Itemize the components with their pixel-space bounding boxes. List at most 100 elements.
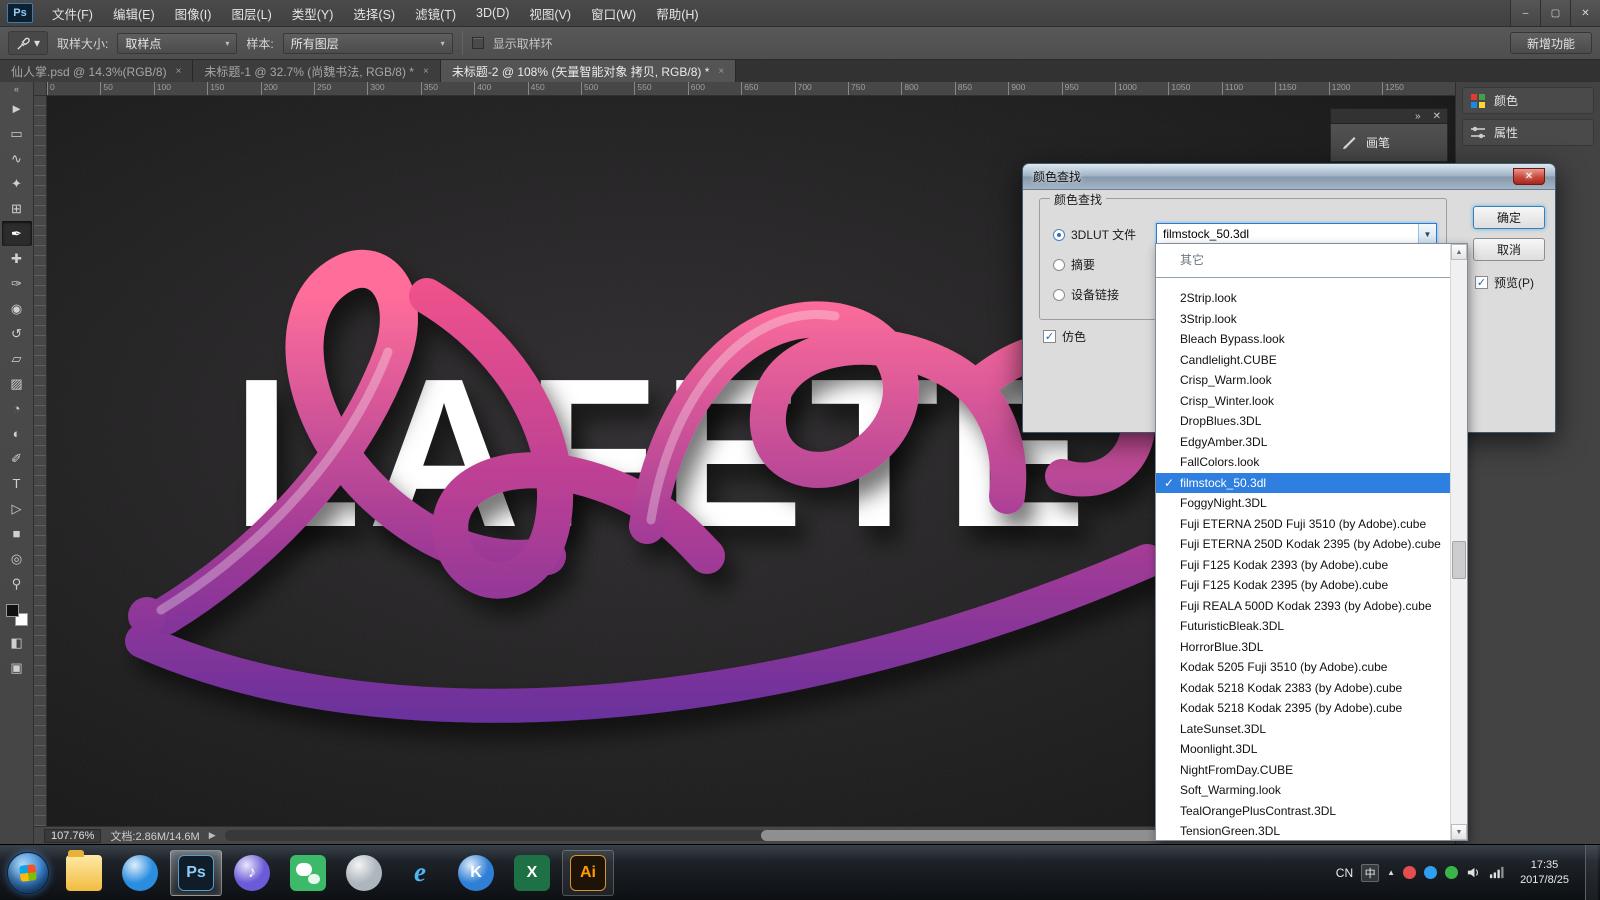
lut-option[interactable]: Candlelight.CUBE: [1156, 350, 1450, 371]
lut-option[interactable]: Crisp_Winter.look: [1156, 391, 1450, 412]
menu-3d[interactable]: 3D(D): [466, 0, 519, 26]
menu-edit[interactable]: 编辑(E): [103, 0, 165, 26]
taskbar-k-app[interactable]: K: [450, 850, 502, 896]
menu-type[interactable]: 类型(Y): [282, 0, 344, 26]
expand-panel-icon[interactable]: »: [1415, 111, 1421, 122]
network-icon[interactable]: [1489, 865, 1504, 880]
taskbar-ie[interactable]: e: [394, 850, 446, 896]
lut-option-other[interactable]: 其它: [1156, 249, 1450, 271]
lut-option[interactable]: Kodak 5218 Kodak 2383 (by Adobe).cube: [1156, 678, 1450, 699]
tab-close-icon[interactable]: ×: [718, 66, 724, 77]
scrollbar-thumb[interactable]: [1452, 541, 1466, 579]
gradient-tool[interactable]: ▨: [2, 371, 32, 396]
taskbar-wechat[interactable]: [282, 850, 334, 896]
list-scrollbar[interactable]: ▲ ▼: [1450, 244, 1467, 840]
zoom-tool[interactable]: ⚲: [2, 571, 32, 596]
blur-tool[interactable]: ◔: [2, 396, 32, 421]
clock[interactable]: 17:35 2017/8/25: [1512, 858, 1577, 888]
tray-security-icon[interactable]: [1403, 866, 1417, 879]
radio-button[interactable]: [1053, 258, 1065, 271]
dialog-title-bar[interactable]: 颜色查找 ✕: [1023, 164, 1555, 190]
eyedropper-tool[interactable]: ✒: [1, 221, 32, 246]
shape-tool[interactable]: ■: [2, 521, 32, 546]
lut-option[interactable]: Kodak 5205 Fuji 3510 (by Adobe).cube: [1156, 657, 1450, 678]
cancel-button[interactable]: 取消: [1473, 238, 1545, 261]
menu-select[interactable]: 选择(S): [343, 0, 405, 26]
healing-brush-tool[interactable]: ✚: [2, 246, 32, 271]
lut-option[interactable]: FuturisticBleak.3DL: [1156, 616, 1450, 637]
current-tool-badge[interactable]: ▾: [8, 31, 48, 55]
lut-option[interactable]: LateSunset.3DL: [1156, 719, 1450, 740]
radio-device-link[interactable]: 设备链接: [1053, 286, 1119, 303]
menu-window[interactable]: 窗口(W): [581, 0, 646, 26]
tray-qq-icon[interactable]: [1424, 866, 1438, 879]
radio-abstract[interactable]: 摘要: [1053, 256, 1095, 273]
sample-layers-dropdown[interactable]: 所有图层 ▾: [282, 32, 453, 54]
lut-option[interactable]: FoggyNight.3DL: [1156, 493, 1450, 514]
radio-button[interactable]: [1053, 288, 1065, 301]
combo-dropdown-button[interactable]: ▼: [1418, 224, 1436, 244]
language-indicator[interactable]: CN: [1336, 866, 1353, 880]
sample-size-dropdown[interactable]: 取样点 ▾: [117, 32, 238, 54]
lut-option[interactable]: Fuji F125 Kodak 2393 (by Adobe).cube: [1156, 555, 1450, 576]
lut-option[interactable]: Kodak 5218 Kodak 2395 (by Adobe).cube: [1156, 698, 1450, 719]
tab-close-icon[interactable]: ×: [423, 66, 429, 77]
lut-option[interactable]: 3Strip.look: [1156, 309, 1450, 330]
start-button[interactable]: [0, 845, 56, 900]
scroll-down-icon[interactable]: ▼: [1451, 824, 1467, 840]
close-button[interactable]: ✕: [1570, 0, 1600, 26]
hand-tool[interactable]: ◎: [2, 546, 32, 571]
minimize-button[interactable]: –: [1510, 0, 1540, 26]
pen-tool[interactable]: ✐: [2, 446, 32, 471]
tab-document-2[interactable]: 未标题-1 @ 32.7% (尚魏书法, RGB/8) * ×: [193, 60, 441, 82]
hidden-icons-arrow[interactable]: ▲: [1387, 868, 1395, 877]
radio-3dlut[interactable]: 3DLUT 文件: [1053, 226, 1136, 243]
tab-close-icon[interactable]: ×: [176, 66, 182, 77]
restore-button[interactable]: ▢: [1540, 0, 1570, 26]
scroll-up-icon[interactable]: ▲: [1451, 244, 1467, 260]
preview-checkbox[interactable]: ✓: [1475, 276, 1488, 289]
properties-panel-button[interactable]: 属性: [1462, 119, 1594, 146]
lut-option[interactable]: Fuji ETERNA 250D Fuji 3510 (by Adobe).cu…: [1156, 514, 1450, 535]
lut-option[interactable]: Moonlight.3DL: [1156, 739, 1450, 760]
quick-mask-button[interactable]: ◧: [2, 630, 32, 655]
close-panel-icon[interactable]: ✕: [1433, 111, 1441, 122]
taskbar-contact-app[interactable]: [338, 850, 390, 896]
lut-option[interactable]: NightFromDay.CUBE: [1156, 760, 1450, 781]
horizontal-ruler[interactable]: 0 50 100 150 200 250 300 350 400 450 500 550 600 650 7…: [47, 82, 1455, 96]
taskbar-browser-sphere[interactable]: [114, 850, 166, 896]
history-brush-tool[interactable]: ↺: [2, 321, 32, 346]
menu-image[interactable]: 图像(I): [165, 0, 222, 26]
marquee-tool[interactable]: ▭: [2, 121, 32, 146]
tab-document-1[interactable]: 仙人掌.psd @ 14.3%(RGB/8) ×: [0, 60, 194, 82]
brush-tool[interactable]: ✑: [2, 271, 32, 296]
dither-checkbox-row[interactable]: ✓ 仿色: [1043, 328, 1086, 345]
lasso-tool[interactable]: ∿: [2, 146, 32, 171]
lut-option[interactable]: Bleach Bypass.look: [1156, 329, 1450, 350]
dither-checkbox[interactable]: ✓: [1043, 330, 1056, 343]
show-sampling-ring-checkbox[interactable]: [471, 37, 484, 49]
tray-wechat-icon[interactable]: [1445, 866, 1459, 879]
screen-mode-button[interactable]: ▣: [2, 655, 32, 680]
dialog-close-button[interactable]: ✕: [1513, 168, 1545, 185]
lut-option[interactable]: TealOrangePlusContrast.3DL: [1156, 801, 1450, 822]
radio-button[interactable]: [1053, 228, 1065, 241]
taskbar-excel[interactable]: X: [506, 850, 558, 896]
status-menu-arrow-icon[interactable]: ▶: [209, 830, 216, 841]
lut-option[interactable]: Fuji REALA 500D Kodak 2393 (by Adobe).cu…: [1156, 596, 1450, 617]
menu-layer[interactable]: 图层(L): [221, 0, 281, 26]
lut-option[interactable]: Fuji ETERNA 250D Kodak 2395 (by Adobe).c…: [1156, 534, 1450, 555]
lut-option[interactable]: ✓ filmstock_50.3dl: [1156, 472, 1450, 493]
foreground-color-swatch[interactable]: [5, 604, 19, 617]
color-panel-button[interactable]: 颜色: [1462, 87, 1594, 114]
brush-panel-button[interactable]: 画笔: [1330, 124, 1448, 162]
color-swatches[interactable]: [5, 604, 28, 626]
menu-help[interactable]: 帮助(H): [646, 0, 708, 26]
taskbar-photoshop[interactable]: Ps: [170, 849, 222, 896]
lut-option[interactable]: EdgyAmber.3DL: [1156, 432, 1450, 453]
lut-option[interactable]: Fuji F125 Kodak 2395 (by Adobe).cube: [1156, 575, 1450, 596]
lut-option[interactable]: TensionGreen.3DL: [1156, 821, 1450, 840]
clone-stamp-tool[interactable]: ◉: [2, 296, 32, 321]
magic-wand-tool[interactable]: ✦: [2, 171, 32, 196]
taskbar-music-app[interactable]: ♪: [226, 850, 278, 896]
